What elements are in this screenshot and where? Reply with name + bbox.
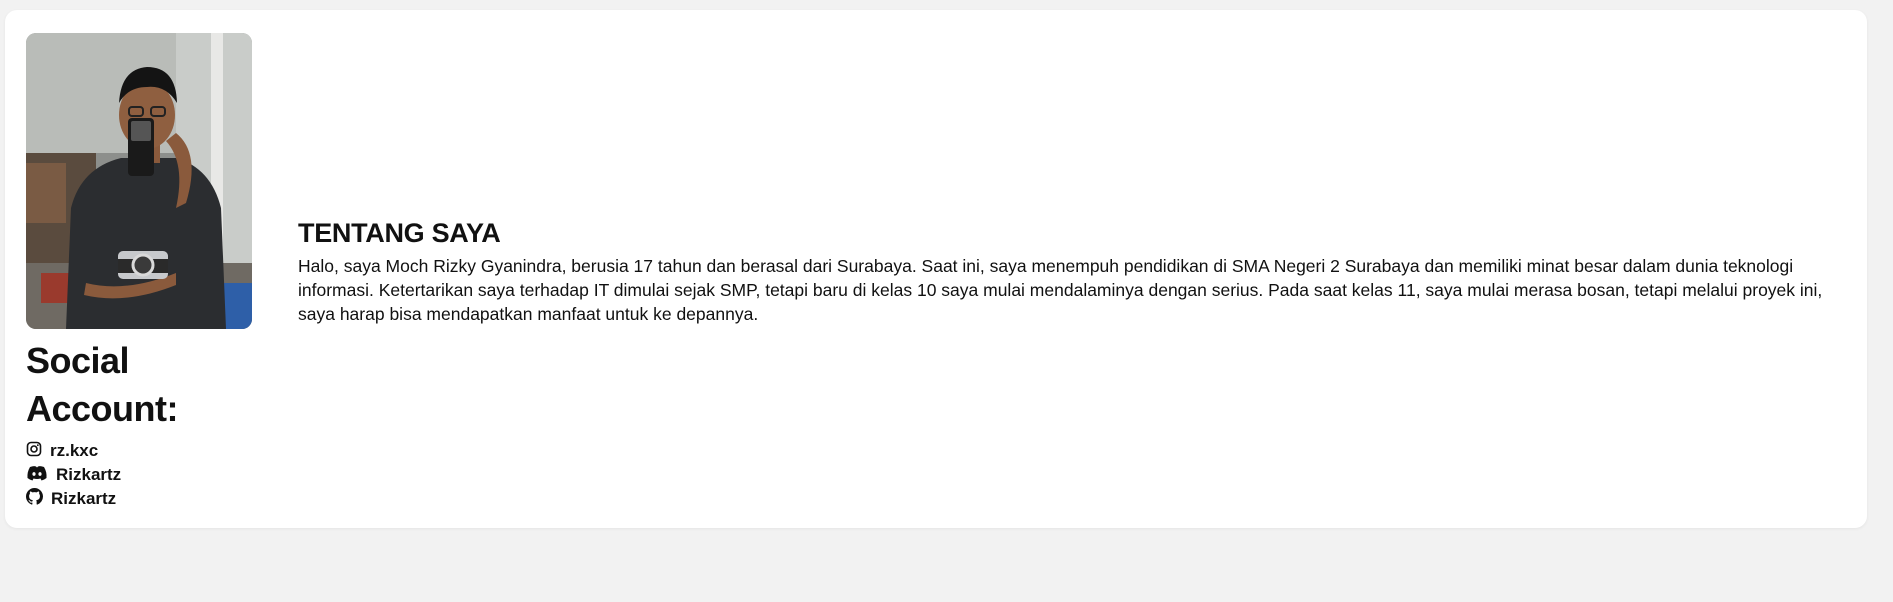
about-title: TENTANG SAYA [298,218,501,248]
profile-photo [26,33,252,329]
social-account-list: rz.kxc Rizkartz Rizkartz [26,439,256,511]
discord-icon [26,465,48,486]
github-icon [26,488,43,510]
social-item-discord[interactable]: Rizkartz [26,463,256,487]
social-item-github[interactable]: Rizkartz [26,487,256,511]
social-item-label: Rizkartz [51,489,117,508]
about-text: Halo, saya Moch Rizky Gyanindra, berusia… [298,256,1823,324]
social-item-label: Rizkartz [56,465,122,484]
social-item-label: rz.kxc [50,441,99,460]
about-section: TENTANG SAYA Halo, saya Moch Rizky Gyani… [298,216,1850,326]
profile-card: Social Account: rz.kxc Rizkartz Rizkartz… [5,10,1867,528]
instagram-icon [26,441,42,462]
social-item-instagram[interactable]: rz.kxc [26,439,256,463]
profile-sidebar: Social Account: rz.kxc Rizkartz Rizkartz [26,33,256,511]
social-account-title: Social Account: [26,340,179,429]
